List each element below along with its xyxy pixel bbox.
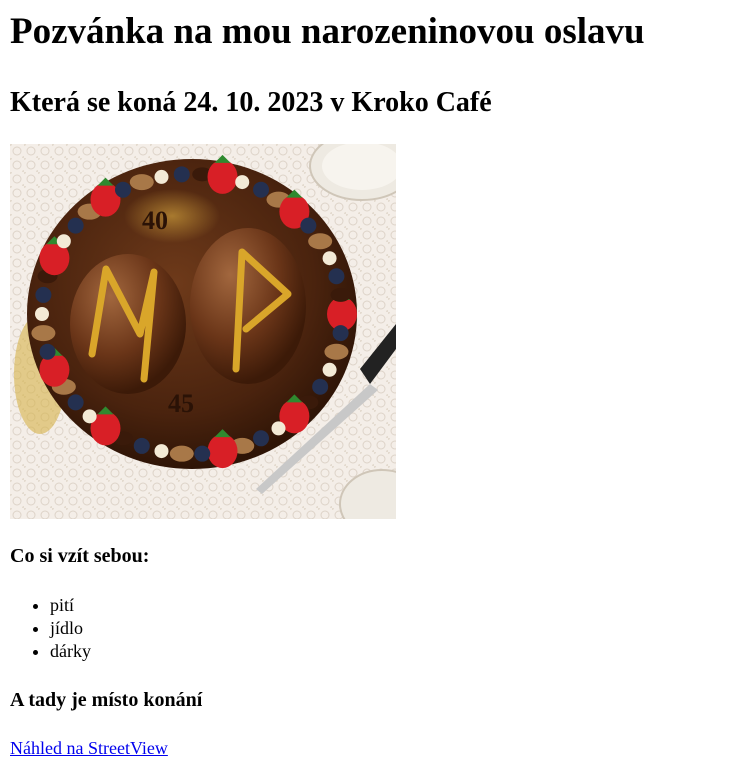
blueberry [194,445,211,462]
blueberry [253,430,270,447]
blueberry [312,378,329,395]
bring-list: pití jídlo dárky [10,594,742,663]
white-chocolate-ball [322,251,337,266]
white-chocolate-ball [322,362,337,377]
nut [308,233,333,250]
dome-right [190,228,306,384]
white-chocolate-ball [154,444,169,459]
blueberry [67,394,84,411]
dome-left [70,254,186,394]
blueberry [253,181,270,198]
nut [169,445,194,462]
white-chocolate-ball [271,421,286,436]
nut [129,174,154,191]
chocolate-candy [330,287,351,302]
cake-number-bottom: 45 [168,389,194,418]
page-subtitle: Která se koná 24. 10. 2023 v Kroko Café [10,87,492,118]
page: Pozvánka na mou narozeninovou oslavu Kte… [0,0,752,760]
white-chocolate-ball [35,307,49,321]
list-item: pití [50,594,742,617]
white-chocolate-ball [56,234,71,249]
strawberry [207,434,238,469]
cake-photo: 40 45 [10,144,396,519]
streetview-link[interactable]: Náhled na StreetView [10,737,168,759]
blueberry [67,217,84,234]
bring-heading: Co si vzít sebou: [10,545,150,567]
page-title: Pozvánka na mou narozeninovou oslavu [10,11,645,52]
strawberry [207,159,238,194]
blueberry [300,217,317,234]
blueberry [332,325,349,342]
blueberry [35,286,52,303]
white-chocolate-ball [235,175,250,190]
venue-heading: A tady je místo konání [10,689,203,711]
blueberry [39,343,56,360]
list-item: dárky [50,640,742,663]
list-item: jídlo [50,617,742,640]
cake-number-top: 40 [142,206,168,235]
blueberry [114,181,131,198]
blueberry [328,268,345,285]
blueberry [133,437,150,454]
nut [31,325,56,342]
white-chocolate-ball [82,409,97,424]
white-chocolate-ball [154,169,169,184]
nut [324,343,349,360]
blueberry [173,166,190,183]
